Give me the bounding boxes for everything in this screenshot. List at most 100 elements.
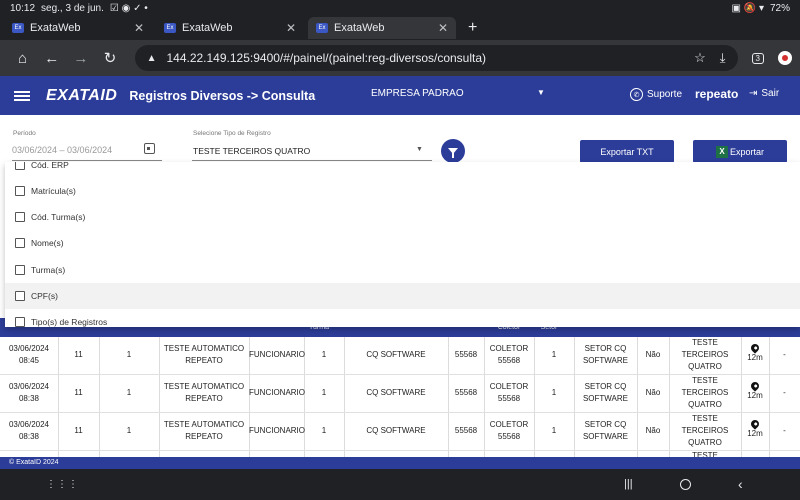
download-icon[interactable]: ⤓ (720, 50, 726, 66)
option-label: Matrícula(s) (31, 186, 76, 196)
checkbox[interactable] (15, 186, 25, 196)
option-label: Cód. Turma(s) (31, 212, 86, 222)
notification-icons: ☑ ◉ ✓ • (109, 2, 148, 14)
cell-number: 55568 (454, 388, 478, 397)
cell-collector: COLETOR 55568 (484, 343, 534, 367)
cell-extra: - (783, 350, 786, 359)
cell-location[interactable]: 12m (741, 418, 769, 440)
cell-flag: Não (645, 388, 661, 397)
cell-collector: COLETOR 55568 (484, 419, 534, 443)
caret-down-icon[interactable]: ▼ (416, 146, 423, 153)
browser-tab[interactable]: Ex ExataWeb ✕ (156, 17, 304, 39)
back-nav-icon[interactable]: ‹ (738, 476, 743, 492)
register-line3: QUATRO (688, 362, 722, 371)
checkbox[interactable] (15, 238, 25, 248)
close-tab-icon[interactable]: ✕ (134, 21, 144, 35)
tab-title: ExataWeb (334, 22, 385, 34)
home-icon[interactable]: ⌂ (8, 50, 37, 67)
dropdown-option[interactable]: Nome(s) (5, 230, 800, 256)
checkbox[interactable] (15, 212, 25, 222)
filter-button[interactable] (441, 139, 465, 163)
cell-register-type: TESTE TERCEIROS QUATRO (669, 375, 741, 411)
app-drawer-icon[interactable]: ⋮⋮⋮ (46, 479, 79, 490)
new-tab-icon[interactable]: + (468, 19, 477, 37)
cell-date: 03/06/2024 08:38 (0, 381, 58, 405)
dropdown-option[interactable]: Cód. ERP (5, 162, 800, 178)
dropdown-option[interactable]: Tipo(s) de Registros (5, 309, 800, 327)
browser-toolbar: ⌂ ← → ↻ ▲ 144.22.149.125:9400/#/painel/(… (0, 40, 800, 76)
hamburger-menu-icon[interactable] (14, 89, 30, 103)
collector-line2: 55568 (497, 356, 521, 365)
home-button-icon[interactable] (680, 479, 691, 490)
back-icon[interactable]: ← (37, 50, 66, 67)
tab-count-button[interactable]: 3 (751, 52, 764, 64)
dropdown-option[interactable]: Matrícula(s) (5, 178, 800, 204)
time-text: 08:38 (18, 432, 40, 441)
browser-tab-active[interactable]: Ex ExataWeb ✕ (308, 17, 456, 39)
name-line1: TESTE AUTOMATICO (163, 420, 245, 429)
url-text[interactable]: 144.22.149.125:9400/#/painel/(painel:reg… (166, 51, 680, 65)
cell-sector: 1 (551, 426, 557, 435)
checkbox[interactable] (15, 317, 25, 327)
distance-text: 12m (747, 391, 763, 400)
reload-icon[interactable]: ↻ (95, 49, 124, 67)
cell-turma: 1 (321, 350, 327, 359)
tab-title: ExataWeb (182, 22, 233, 34)
location-pin-icon[interactable] (749, 380, 761, 392)
cell-name: TESTE AUTOMATICO REPEATO (159, 381, 249, 405)
close-tab-icon[interactable]: ✕ (286, 21, 296, 35)
caret-down-icon[interactable]: ▼ (537, 88, 545, 97)
browser-tab[interactable]: Ex ExataWeb ✕ (4, 17, 152, 39)
checkbox[interactable] (15, 162, 25, 170)
dropdown-option[interactable]: Cód. Turma(s) (5, 204, 800, 230)
cell-type: FUNCIONARIO (249, 350, 305, 359)
logout-icon: ⇥ (749, 88, 758, 99)
type-label: Selecione Tipo de Registro (193, 130, 271, 137)
time-text: 08:45 (18, 356, 40, 365)
checkbox[interactable] (15, 291, 25, 301)
page-title: Registros Diversos -> Consulta (129, 88, 316, 103)
whatsapp-icon: ✆ (630, 88, 643, 101)
logout-button[interactable]: ⇥ Sair (749, 88, 779, 99)
dropdown-option[interactable]: Turma(s) (5, 257, 800, 283)
exataid-logo: EXATAID (46, 87, 117, 105)
type-select[interactable]: TESTE TERCEIROS QUATRO (193, 146, 310, 156)
calendar-icon[interactable] (144, 143, 155, 154)
recents-icon[interactable]: ||| (624, 478, 633, 490)
profile-icon[interactable] (777, 51, 792, 65)
distance-text: 12m (747, 429, 763, 438)
cell-code: 11 (74, 350, 83, 359)
option-label: Turma(s) (31, 265, 66, 275)
register-line1: TESTE (692, 338, 718, 347)
export-excel-label: Exportar (729, 146, 764, 157)
support-label: Suporte (647, 89, 683, 100)
cell-sector-name: SETOR CQ SOFTWARE (574, 343, 637, 367)
location-pin-icon[interactable] (749, 342, 761, 354)
dropdown-option-highlighted[interactable]: CPF(s) (5, 283, 800, 309)
cell-location[interactable]: 12m (741, 380, 769, 402)
checkbox[interactable] (15, 265, 25, 275)
sector-line2: SOFTWARE (582, 432, 629, 441)
location-pin-icon[interactable] (749, 418, 761, 430)
date-text: 03/06/2024 (8, 382, 50, 391)
address-bar[interactable]: ▲ 144.22.149.125:9400/#/painel/(painel:r… (134, 45, 738, 71)
option-label: Nome(s) (31, 238, 64, 248)
company-select[interactable]: EMPRESA PADRAO (371, 88, 464, 99)
android-navigation-bar: ⋮⋮⋮ ||| ‹ (0, 469, 800, 500)
export-excel-button[interactable]: X Exportar (693, 140, 787, 163)
forward-icon[interactable]: → (66, 50, 95, 67)
bookmark-star-icon[interactable]: ☆ (694, 50, 706, 66)
not-secure-icon[interactable]: ▲ (147, 53, 157, 64)
cell-location[interactable]: 12m (741, 342, 769, 364)
name-line2: REPEATO (185, 432, 223, 441)
page-footer: © ExataID 2024 (0, 457, 800, 469)
sector-line1: SETOR CQ (584, 420, 627, 429)
support-link[interactable]: ✆ Suporte (630, 88, 682, 101)
export-txt-button[interactable]: Exportar TXT (580, 140, 674, 163)
filter-icon (448, 148, 458, 158)
cell-type: FUNCIONARIO (249, 388, 305, 397)
close-tab-icon[interactable]: ✕ (438, 21, 448, 35)
favicon-icon: Ex (316, 23, 328, 33)
period-input[interactable]: 03/06/2024 – 03/06/2024 (12, 145, 112, 155)
sector-line2: SOFTWARE (582, 394, 629, 403)
